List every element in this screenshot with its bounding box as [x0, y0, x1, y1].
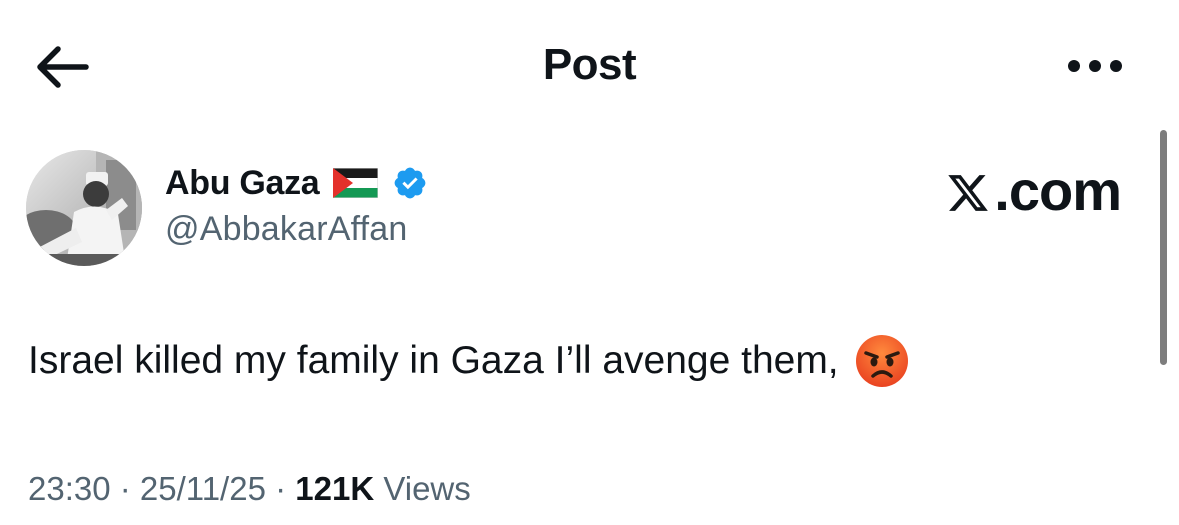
post-time[interactable]: 23:30 — [28, 470, 111, 507]
post-meta: 23:30 · 25/11/25 · 121K Views — [28, 470, 471, 508]
more-dots-icon — [1068, 60, 1122, 72]
author-name-row[interactable]: Abu Gaza — [165, 160, 428, 206]
post-page: Post Abu Gaza @AbbakarAffan .com Israel … — [0, 0, 1179, 525]
meta-separator: · — [110, 470, 140, 507]
avatar-photo — [26, 150, 142, 266]
meta-separator: · — [265, 470, 296, 507]
post-date[interactable]: 25/11/25 — [140, 470, 266, 507]
watermark: .com — [946, 158, 1122, 223]
angry-face-emoji — [855, 335, 908, 387]
more-options-button[interactable] — [1062, 50, 1128, 82]
x-logo-icon — [948, 175, 989, 211]
verified-badge-icon[interactable] — [392, 165, 428, 201]
views-count[interactable]: 121K — [295, 470, 374, 507]
avatar[interactable] — [26, 150, 142, 266]
scrollbar[interactable] — [1160, 130, 1167, 365]
author-handle[interactable]: @AbbakarAffan — [165, 210, 408, 249]
post-text-content: Israel killed my family in Gaza I’ll ave… — [28, 339, 839, 382]
author-name[interactable]: Abu Gaza — [165, 164, 320, 203]
page-title: Post — [542, 40, 637, 89]
palestine-flag-icon — [333, 168, 379, 198]
post-text: Israel killed my family in Gaza I’ll ave… — [28, 334, 909, 388]
watermark-text: .com — [994, 159, 1122, 222]
views-label: Views — [383, 470, 471, 507]
